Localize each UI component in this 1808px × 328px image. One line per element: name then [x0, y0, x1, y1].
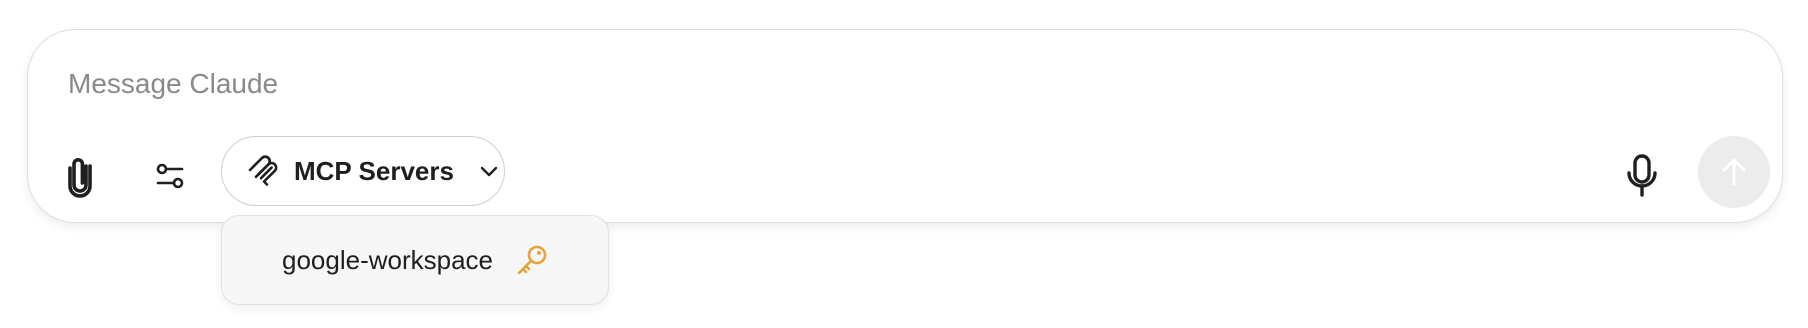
- message-composer: MCP Servers: [27, 29, 1783, 223]
- microphone-icon: [1625, 153, 1659, 199]
- mcp-servers-dropdown: google-workspace: [221, 215, 609, 305]
- arrow-up-icon: [1719, 156, 1749, 188]
- attach-button[interactable]: [58, 148, 102, 204]
- paperclip-icon: [64, 154, 96, 198]
- mcp-servers-label: MCP Servers: [294, 155, 454, 186]
- chevron-down-icon: [478, 160, 500, 182]
- mcp-servers-button[interactable]: MCP Servers: [221, 136, 505, 206]
- tools-button[interactable]: [148, 154, 192, 198]
- sliders-icon: [154, 161, 186, 191]
- message-input[interactable]: [68, 64, 1668, 104]
- mcp-icon: [246, 154, 280, 188]
- send-button[interactable]: [1698, 136, 1770, 208]
- voice-input-button[interactable]: [1620, 148, 1664, 204]
- mcp-server-label: google-workspace: [282, 244, 494, 275]
- key-icon: [515, 243, 549, 277]
- mcp-server-item-google-workspace[interactable]: google-workspace: [222, 216, 608, 304]
